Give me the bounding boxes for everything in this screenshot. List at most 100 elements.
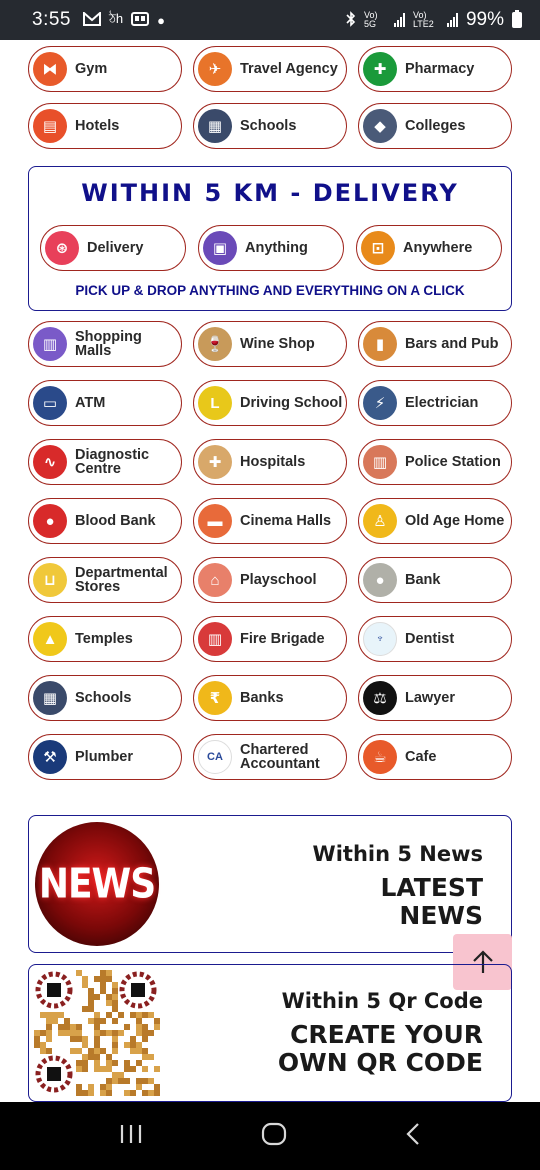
bluetooth-icon (346, 10, 356, 30)
category-label: Hotels (75, 118, 120, 134)
hotel-icon: ▤ (33, 109, 67, 143)
category-schools-button[interactable]: ▦ Schools (28, 675, 182, 721)
category-label: Bank (405, 572, 441, 588)
category-label: Colleges (405, 118, 466, 134)
screen-icon (131, 11, 150, 29)
mall-icon: ▥ (33, 327, 67, 361)
battery-icon (512, 10, 522, 28)
home-icon (261, 1122, 287, 1145)
category-atm-button[interactable]: ▭ ATM (28, 380, 182, 426)
coffee-cup-icon: ☕ (363, 740, 397, 774)
qr-code-card[interactable]: Within 5 Qr Code CREATE YOUR OWN QR CODE (28, 964, 512, 1102)
category-shopping-malls-button[interactable]: ▥ Shopping Malls (28, 321, 182, 367)
car-icon: ⊡ (361, 231, 395, 265)
category-hotels-button[interactable]: ▤ Hotels (28, 103, 182, 149)
travel-icon: ✈ (198, 52, 232, 86)
category-pharmacy-button[interactable]: ✚ Pharmacy (358, 46, 512, 92)
news-headline-1: LATEST (380, 873, 483, 902)
category-lawyer-button[interactable]: ⚖ Lawyer (358, 675, 512, 721)
category-old-age-home-button[interactable]: ♙ Old Age Home (358, 498, 512, 544)
category-label: Delivery (87, 240, 144, 256)
category-blood-bank-button[interactable]: ● Blood Bank (28, 498, 182, 544)
category-schools-button[interactable]: ▦ Schools (193, 103, 347, 149)
recent-apps-button[interactable] (119, 1123, 143, 1150)
category-dentist-button[interactable]: ♆ Dentist (358, 616, 512, 662)
category-bank-button[interactable]: ● Bank (358, 557, 512, 603)
signal1-icon (393, 13, 405, 27)
delivery-options: ⊛ Delivery ▣ Anything ⊡ Anywhere (40, 225, 502, 271)
lawyer-icon: ⚖ (363, 681, 397, 715)
category-playschool-button[interactable]: ⌂ Playschool (193, 557, 347, 603)
category-label: Old Age Home (405, 513, 505, 529)
category-label: Diagnostic Centre (75, 447, 150, 477)
category-police-station-button[interactable]: ▥ Police Station (358, 439, 512, 485)
plumber-icon: ⚒ (33, 740, 67, 774)
category-banks-button[interactable]: ₹ Banks (193, 675, 347, 721)
category-colleges-button[interactable]: ◆ Colleges (358, 103, 512, 149)
news-badge-text: NEWS (38, 860, 156, 908)
temple-icon: ▲ (33, 622, 67, 656)
cinema-icon: ▬ (198, 504, 232, 538)
category-label: Police Station (405, 454, 501, 470)
category-label: Hospitals (240, 454, 306, 470)
category-label: Playschool (240, 572, 317, 588)
piggy-bank-icon: ● (363, 563, 397, 597)
recent-apps-icon (120, 1124, 142, 1143)
category-bars-and-pub-button[interactable]: ▮ Bars and Pub (358, 321, 512, 367)
news-card[interactable]: NEWS Within 5 News LATEST NEWS (28, 815, 512, 953)
status-right: Vo) 5G Vo) LTE2 99% (346, 9, 522, 31)
category-temples-button[interactable]: ▲ Temples (28, 616, 182, 662)
category-fire-brigade-button[interactable]: ▥ Fire Brigade (193, 616, 347, 662)
category-cinema-halls-button[interactable]: ▬ Cinema Halls (193, 498, 347, 544)
police-station-icon: ▥ (363, 445, 397, 479)
delivery-footer: PICK UP & DROP ANYTHING AND EVERYTHING O… (75, 283, 465, 298)
category-label: Plumber (75, 749, 134, 765)
electrician-icon: ⚡ (363, 386, 397, 420)
category-chartered-accountant-button[interactable]: CA Chartered Accountant (193, 734, 347, 780)
category-driving-school-button[interactable]: L Driving School (193, 380, 347, 426)
school-icon: ▦ (198, 109, 232, 143)
category-wine-shop-button[interactable]: 🍷 Wine Shop (193, 321, 347, 367)
news-subtitle: Within 5 News (312, 842, 483, 866)
package-icon: ▣ (203, 231, 237, 265)
home-button[interactable] (261, 1122, 287, 1151)
category-hospitals-button[interactable]: ✚ Hospitals (193, 439, 347, 485)
news-headline-2: NEWS (399, 901, 483, 930)
category-label: Pharmacy (405, 61, 475, 77)
ca-icon: CA (198, 740, 232, 774)
blood-drop-icon: ● (33, 504, 67, 538)
category-electrician-button[interactable]: ⚡ Electrician (358, 380, 512, 426)
delivery-scooter-icon: ⊛ (45, 231, 79, 265)
hospital-icon: ✚ (198, 445, 232, 479)
notification-icons: ঠh ● (82, 10, 165, 31)
category-gym-button[interactable]: ⧓ Gym (28, 46, 182, 92)
category-travel-agency-button[interactable]: ✈ Travel Agency (193, 46, 347, 92)
category-cafe-button[interactable]: ☕ Cafe (358, 734, 512, 780)
back-button[interactable] (405, 1122, 421, 1151)
app-notification-icon: ঠh (108, 10, 124, 26)
category-label: Temples (75, 631, 133, 647)
graduation-cap-icon: ◆ (363, 109, 397, 143)
dumbbell-icon: ⧓ (33, 52, 67, 86)
category-label: Schools (240, 118, 297, 134)
qr-headline-1: CREATE YOUR (290, 1020, 483, 1049)
elderly-icon: ♙ (363, 504, 397, 538)
qr-subtitle: Within 5 Qr Code (281, 989, 483, 1013)
category-label: Wine Shop (240, 336, 315, 352)
category-label: Departmental Stores (75, 565, 168, 595)
gmail-icon (82, 10, 101, 29)
category-diagnostic-centre-button[interactable]: ∿ Diagnostic Centre (28, 439, 182, 485)
category-label: Travel Agency (240, 61, 338, 77)
category-label: Anywhere (403, 240, 473, 256)
category-label: Electrician (405, 395, 479, 411)
category-departmental-stores-button[interactable]: ⊔ Departmental Stores (28, 557, 182, 603)
category-delivery-button[interactable]: ⊛ Delivery (40, 225, 186, 271)
category-label: Schools (75, 690, 132, 706)
category-label: Dentist (405, 631, 455, 647)
category-label: Blood Bank (75, 513, 156, 529)
category-anywhere-button[interactable]: ⊡ Anywhere (356, 225, 502, 271)
category-anything-button[interactable]: ▣ Anything (198, 225, 344, 271)
delivery-title: WITHIN 5 KM - DELIVERY (81, 179, 459, 207)
qr-code-image (33, 969, 161, 1097)
category-plumber-button[interactable]: ⚒ Plumber (28, 734, 182, 780)
